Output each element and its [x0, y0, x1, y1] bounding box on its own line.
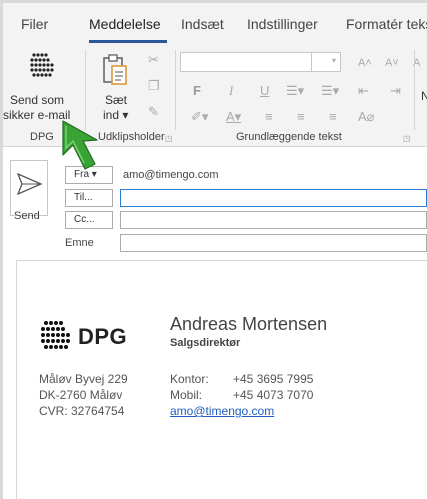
send-secure-label-line1: Send som [10, 93, 65, 107]
to-button[interactable]: Til... [65, 189, 113, 207]
ribbon-tab-bar: Filer Meddelelse Indsæt Indstillinger Fo… [3, 3, 427, 44]
from-value: amo@timengo.com [123, 169, 219, 181]
tab-meddelelse[interactable]: Meddelelse [89, 16, 161, 32]
chevron-down-icon: ▾ [331, 56, 336, 65]
tab-indsaet[interactable]: Indsæt [181, 16, 224, 32]
signature-office-phone: +45 3695 7995 [233, 372, 314, 386]
copy-icon[interactable]: ❐ [148, 78, 160, 94]
signature-name: Andreas Mortensen [170, 314, 328, 334]
ribbon-separator [414, 50, 415, 130]
grow-font-icon[interactable]: A˄ [358, 55, 372, 71]
cc-field[interactable] [120, 211, 427, 229]
font-color-icon[interactable]: A▾ [226, 109, 241, 125]
format-painter-icon[interactable]: ✎ [148, 104, 159, 120]
font-family-select[interactable]: ▾ [180, 52, 326, 72]
tab-filer[interactable]: Filer [21, 16, 48, 32]
ribbon-separator [175, 50, 176, 130]
signature-mobile-label: Mobil: [170, 388, 203, 402]
body-top-divider [16, 260, 427, 261]
underline-button[interactable]: U [260, 83, 269, 99]
send-button[interactable] [10, 160, 48, 216]
paste-label-line1: Sæt [105, 93, 128, 107]
cut-off-ribbon-label: N [421, 89, 427, 103]
signature-mobile-phone: +45 4073 7070 [233, 388, 314, 402]
subject-label: Emne [65, 237, 94, 249]
signature-address-line1: Måløv Byvej 229 [39, 372, 128, 386]
cut-icon[interactable]: ✂ [148, 52, 159, 68]
decrease-indent-icon[interactable]: ⇤ [358, 83, 369, 99]
send-secure-email-button[interactable]: Send som sikker e-mail [3, 48, 73, 124]
bullets-icon[interactable]: ☰▾ [286, 83, 304, 99]
font-group-label: Grundlæggende tekst [236, 131, 342, 143]
dpg-group-label: DPG [30, 131, 54, 143]
increase-indent-icon[interactable]: ⇥ [390, 83, 401, 99]
numbering-icon[interactable]: ☰▾ [321, 83, 339, 99]
paste-button[interactable]: Sæt ind ▾ [91, 48, 133, 124]
clipboard-expander-icon[interactable]: ◳ [165, 134, 173, 143]
signature-logo-text: DPG [78, 324, 128, 349]
italic-button[interactable]: I [229, 83, 233, 99]
align-center-icon[interactable]: ≡ [297, 109, 305, 125]
styles-icon[interactable]: A⌀ [358, 109, 375, 125]
body-left-border [16, 260, 17, 499]
font-expander-icon[interactable]: ◳ [403, 134, 411, 143]
bold-button[interactable]: F [193, 83, 201, 99]
signature-address-line3: CVR: 32764754 [39, 404, 125, 418]
signature-email-link[interactable]: amo@timengo.com [170, 404, 274, 418]
align-right-icon[interactable]: ≡ [329, 109, 337, 125]
dpg-logo-icon [41, 321, 70, 349]
paste-icon [103, 54, 127, 85]
font-size-select[interactable]: ▾ [311, 52, 341, 72]
to-field[interactable] [120, 189, 427, 207]
signature-title: Salgsdirektør [170, 337, 241, 349]
highlight-icon[interactable]: ✐▾ [191, 109, 208, 125]
cursor-arrow-icon [62, 120, 98, 170]
shrink-font-icon[interactable]: A˅ [385, 55, 399, 71]
tab-formater-tekst[interactable]: Formatér tekst [346, 16, 427, 32]
tab-indstillinger[interactable]: Indstillinger [247, 16, 318, 32]
signature-address-line2: DK-2760 Måløv [39, 388, 123, 402]
subject-field[interactable] [120, 234, 427, 252]
outlook-compose-window: Filer Meddelelse Indsæt Indstillinger Fo… [3, 3, 427, 499]
cc-button[interactable]: Cc... [65, 211, 113, 229]
signature-office-label: Kontor: [170, 372, 209, 386]
send-icon [17, 173, 43, 195]
dpg-logo-icon [30, 53, 54, 77]
align-left-icon[interactable]: ≡ [265, 109, 273, 125]
active-tab-indicator [89, 40, 167, 43]
send-button-label: Send [14, 210, 40, 222]
